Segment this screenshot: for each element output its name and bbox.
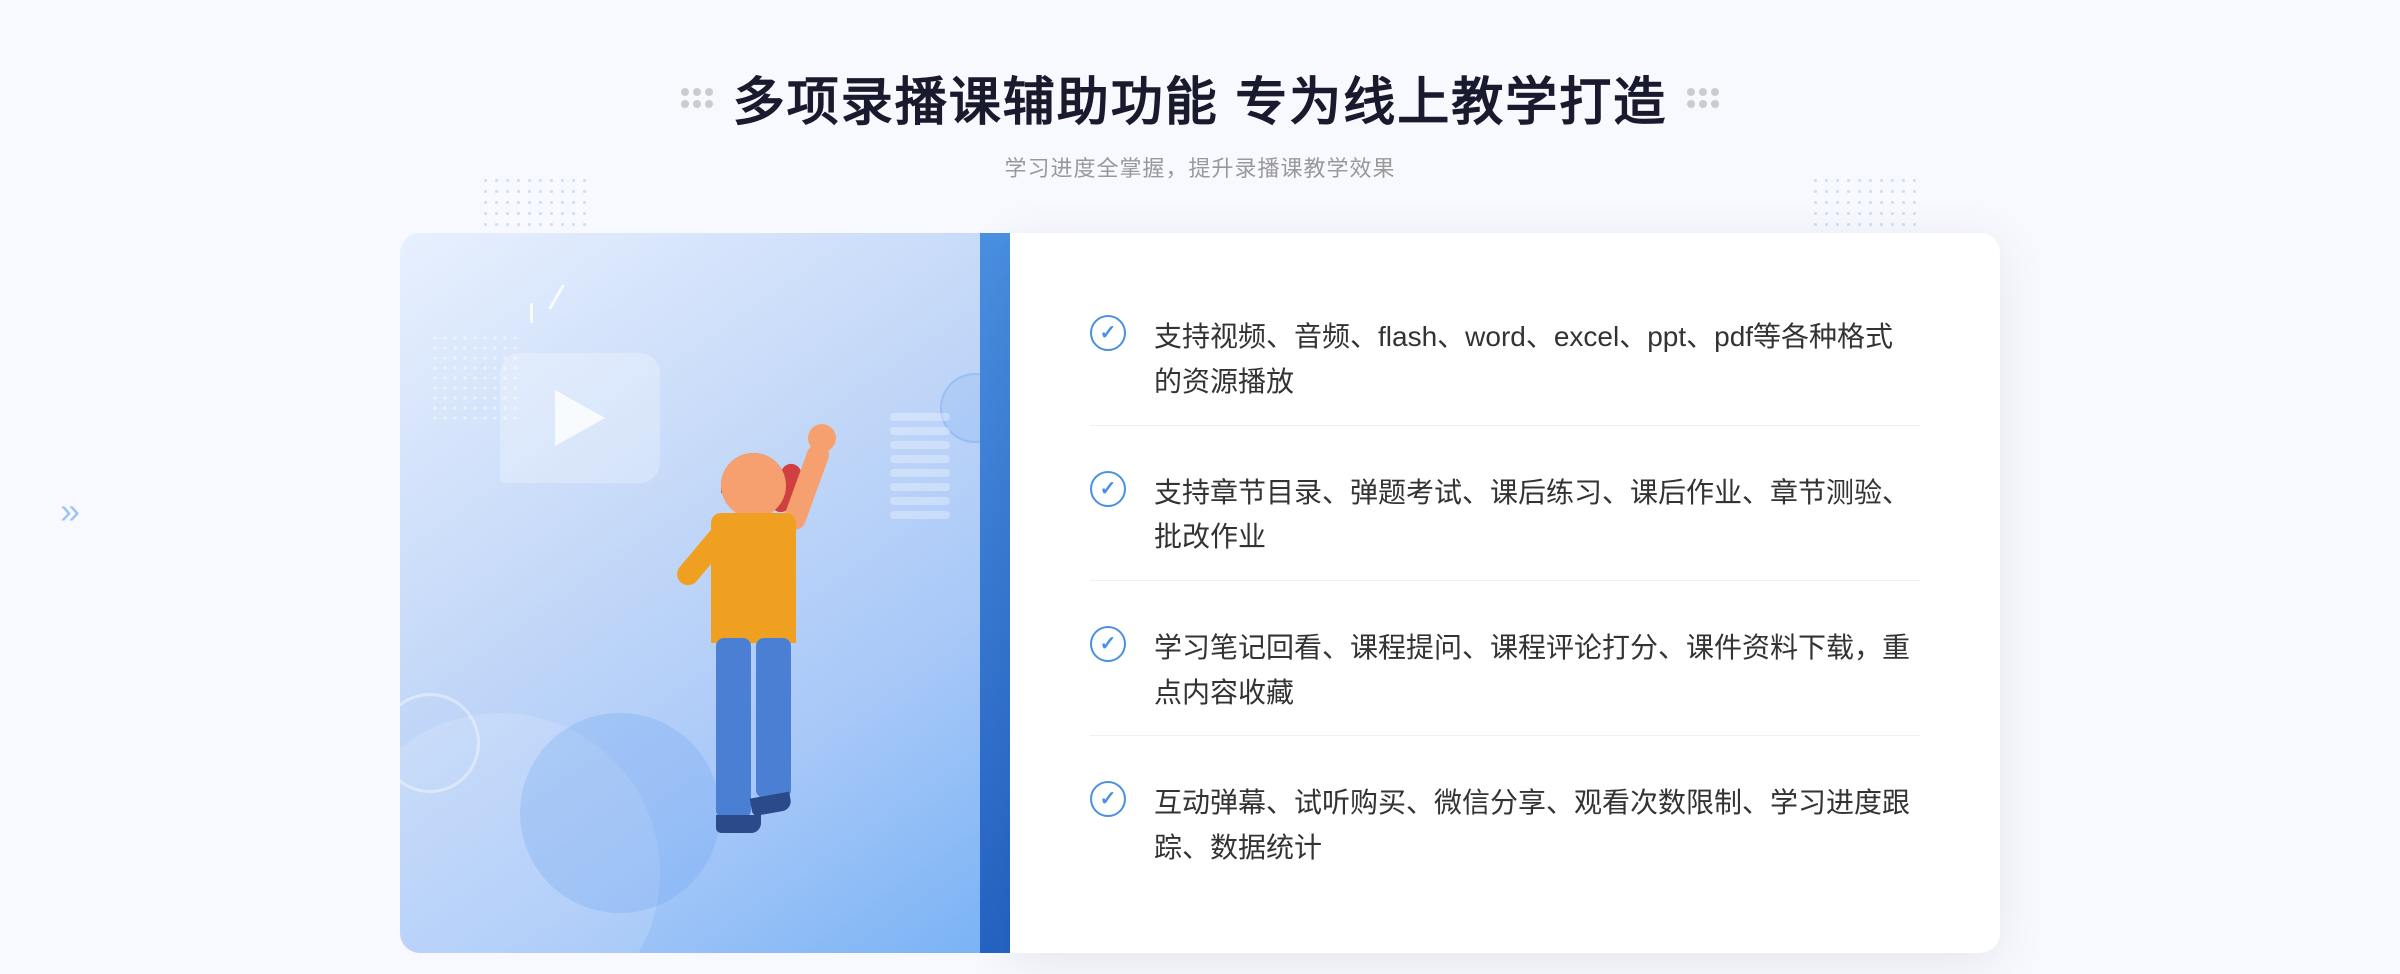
deco-dot <box>1711 88 1719 96</box>
stripe <box>890 469 950 477</box>
light-ray-1 <box>530 303 533 323</box>
feature-item-1: ✓ 支持视频、音频、flash、word、excel、ppt、pdf等各种格式的… <box>1090 295 1920 426</box>
content-area: ✓ 支持视频、音频、flash、word、excel、ppt、pdf等各种格式的… <box>400 233 2000 953</box>
check-icon-1: ✓ <box>1090 315 1126 351</box>
stripe <box>890 483 950 491</box>
person-illustration <box>606 453 886 953</box>
deco-dot <box>681 100 689 108</box>
person-foot-left <box>716 815 761 833</box>
deco-dot <box>681 88 689 96</box>
stripe <box>890 427 950 435</box>
check-mark-2: ✓ <box>1100 479 1117 499</box>
title-deco-left <box>681 88 713 108</box>
deco-dot <box>1699 88 1707 96</box>
deco-dot <box>1711 100 1719 108</box>
check-icon-3: ✓ <box>1090 626 1126 662</box>
deco-dot <box>1687 100 1695 108</box>
check-mark-4: ✓ <box>1100 789 1117 809</box>
check-icon-2: ✓ <box>1090 471 1126 507</box>
check-mark-3: ✓ <box>1100 634 1117 654</box>
person-foot-right <box>750 792 793 817</box>
chevron-decoration: » <box>60 490 80 532</box>
subtitle: 学习进度全掌握，提升录播课教学效果 <box>681 151 1719 183</box>
title-deco-right <box>1687 88 1719 108</box>
play-icon <box>555 390 605 446</box>
deco-dot <box>1687 88 1695 96</box>
deco-dot <box>693 88 701 96</box>
deco-dot <box>1699 100 1707 108</box>
light-ray-2 <box>548 284 565 310</box>
person-leg-right <box>756 638 791 798</box>
feature-item-4: ✓ 互动弹幕、试听购买、微信分享、观看次数限制、学习进度跟踪、数据统计 <box>1090 761 1920 891</box>
check-icon-4: ✓ <box>1090 781 1126 817</box>
deco-dot <box>705 100 713 108</box>
check-mark-1: ✓ <box>1100 323 1117 343</box>
deco-dot <box>693 100 701 108</box>
feature-text-2: 支持章节目录、弹题考试、课后练习、课后作业、章节测验、批改作业 <box>1154 471 1920 561</box>
stripes-decoration <box>890 413 950 533</box>
feature-text-4: 互动弹幕、试听购买、微信分享、观看次数限制、学习进度跟踪、数据统计 <box>1154 781 1920 871</box>
feature-item-3: ✓ 学习笔记回看、课程提问、课程评论打分、课件资料下载，重点内容收藏 <box>1090 606 1920 737</box>
stripe <box>890 511 950 519</box>
stripe <box>890 413 950 421</box>
person-legs <box>711 638 796 838</box>
title-row: 多项录播课辅助功能 专为线上教学打造 <box>681 60 1719 135</box>
stripe <box>890 455 950 463</box>
main-title: 多项录播课辅助功能 专为线上教学打造 <box>733 60 1667 135</box>
left-illustration-panel <box>400 233 980 953</box>
blue-sidebar-accent <box>980 233 1010 953</box>
deco-dot <box>705 88 713 96</box>
person-leg-left <box>716 638 751 818</box>
page-container: » 多项录播课辅助功能 专为线上教学打造 学习进度全掌握，提升录播课教学效 <box>0 0 2400 974</box>
person-hand <box>804 420 840 456</box>
stripe <box>890 497 950 505</box>
person-head <box>721 453 786 518</box>
feature-text-3: 学习笔记回看、课程提问、课程评论打分、课件资料下载，重点内容收藏 <box>1154 626 1920 716</box>
feature-item-2: ✓ 支持章节目录、弹题考试、课后练习、课后作业、章节测验、批改作业 <box>1090 451 1920 582</box>
person-body <box>711 513 796 643</box>
stripe <box>890 441 950 449</box>
header-section: 多项录播课辅助功能 专为线上教学打造 学习进度全掌握，提升录播课教学效果 <box>681 60 1719 183</box>
feature-text-1: 支持视频、音频、flash、word、excel、ppt、pdf等各种格式的资源… <box>1154 315 1920 405</box>
right-features-panel: ✓ 支持视频、音频、flash、word、excel、ppt、pdf等各种格式的… <box>1010 233 2000 953</box>
